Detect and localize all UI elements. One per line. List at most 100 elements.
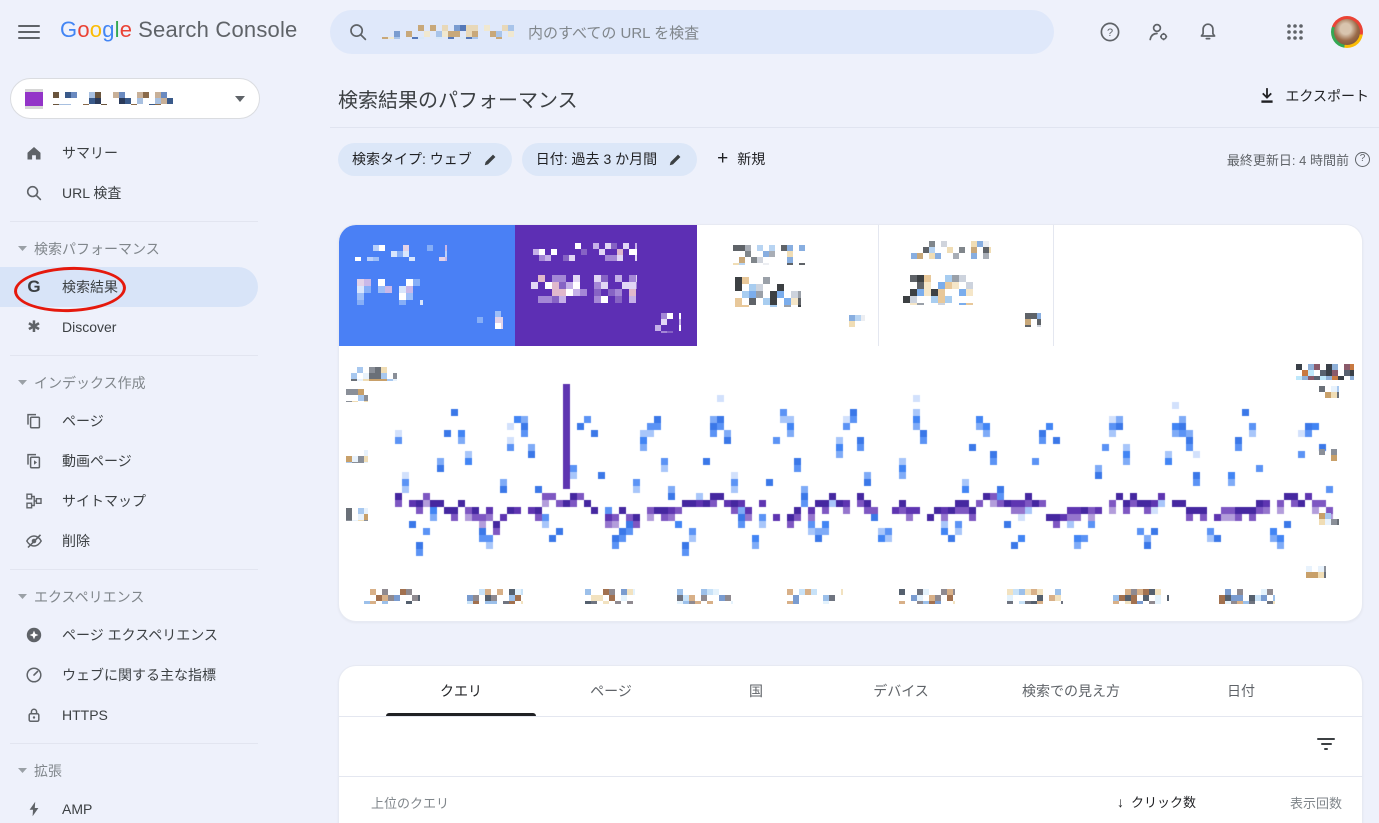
average-position-card[interactable] <box>879 225 1054 346</box>
table-filter-row <box>339 717 1362 776</box>
sidebar-item-label: サマリー <box>62 145 118 161</box>
url-inspection-search-input[interactable]: 内のすべての URL を検査 <box>330 10 1054 54</box>
pixelated-card-label <box>733 245 805 265</box>
pixelated-card-value <box>903 275 973 305</box>
lock-icon <box>25 706 43 724</box>
sidebar-item-search-results[interactable]: G 検索結果 <box>0 267 258 307</box>
dimension-tabs: クエリ ページ 国 デバイス 検索での見え方 日付 <box>339 666 1362 716</box>
app-logo[interactable]: Google Search Console <box>60 17 298 43</box>
apps-grid-icon[interactable] <box>1285 22 1305 42</box>
tab-label: 検索での見え方 <box>1022 683 1120 699</box>
column-header-impressions[interactable]: 表示回数 <box>1290 793 1342 812</box>
sidebar-item-video-pages[interactable]: 動画ページ <box>0 441 300 481</box>
section-enhancements[interactable]: 拡張 <box>0 752 300 789</box>
avatar[interactable] <box>1331 16 1363 48</box>
section-search-performance[interactable]: 検索パフォーマンス <box>0 230 300 267</box>
pixelated-card-value <box>357 279 423 305</box>
sidebar-item-discover[interactable]: ✱ Discover <box>0 307 300 347</box>
sidebar: サマリー URL 検査 検索パフォーマンス G 検索結果 ✱ Discover … <box>0 64 300 823</box>
sidebar-item-label: ページ エクスペリエンス <box>62 627 218 643</box>
pixelated-checkbox <box>1025 313 1041 327</box>
caret-down-icon <box>18 380 27 385</box>
tab-search-appearance[interactable]: 検索での見え方 <box>976 666 1166 716</box>
total-clicks-card[interactable] <box>339 225 515 346</box>
section-header-label: 拡張 <box>34 762 62 779</box>
google-g-icon: G <box>27 277 41 296</box>
plus-icon: + <box>717 148 729 169</box>
help-circle-icon[interactable]: ? <box>1355 151 1370 167</box>
divider <box>10 743 258 744</box>
sidebar-item-label: 削除 <box>62 533 90 549</box>
last-updated: 最終更新日: 4 時間前 ? <box>1227 150 1370 169</box>
filter-list-icon[interactable] <box>1316 738 1336 754</box>
tab-label: 日付 <box>1227 683 1255 699</box>
sidebar-item-label: AMP <box>62 801 93 817</box>
pixelated-card-value <box>735 277 801 307</box>
sidebar-item-label: 検索結果 <box>62 279 118 295</box>
pixelated-axis-tick <box>1319 449 1339 461</box>
pixelated-axis-tick <box>1306 566 1326 578</box>
sidebar-item-amp[interactable]: AMP <box>0 789 300 823</box>
divider <box>330 127 1379 128</box>
top-bar-actions: ? <box>1099 0 1363 64</box>
tab-label: デバイス <box>873 683 929 699</box>
pixelated-card-value <box>531 275 637 303</box>
total-impressions-card[interactable] <box>515 225 697 346</box>
pixelated-axis-tick <box>346 389 368 402</box>
tab-label: クエリ <box>440 683 482 699</box>
speedometer-icon <box>25 666 43 684</box>
sidebar-item-https[interactable]: HTTPS <box>0 695 300 735</box>
average-ctr-card[interactable] <box>697 225 879 346</box>
sidebar-item-label: ページ <box>62 413 104 429</box>
tab-countries[interactable]: 国 <box>686 666 826 716</box>
new-filter-button[interactable]: + 新規 <box>717 148 765 170</box>
sidebar-nav: サマリー URL 検査 検索パフォーマンス G 検索結果 ✱ Discover … <box>0 133 300 823</box>
pixelated-axis-legend <box>351 367 397 381</box>
search-placeholder: 内のすべての URL を検査 <box>528 24 700 42</box>
pixelated-date-label <box>467 589 523 604</box>
logo-letter: e <box>119 17 133 42</box>
discover-icon: ✱ <box>27 319 41 336</box>
performance-chart[interactable] <box>339 346 1362 621</box>
sidebar-item-url-inspection[interactable]: URL 検査 <box>0 173 300 213</box>
export-label: エクスポート <box>1285 88 1369 104</box>
help-icon[interactable]: ? <box>1099 21 1121 43</box>
tab-pages[interactable]: ページ <box>536 666 686 716</box>
date-filter-chip[interactable]: 日付: 過去 3 か月間 <box>521 142 698 176</box>
export-button[interactable]: エクスポート <box>1258 86 1369 106</box>
dimensions-panel: クエリ ページ 国 デバイス 検索での見え方 日付 上位のクエリ ↓ クリック数… <box>338 665 1363 823</box>
sidebar-item-pages[interactable]: ページ <box>0 401 300 441</box>
pixelated-checkbox <box>849 315 865 329</box>
pencil-icon <box>668 152 683 167</box>
hamburger-menu-icon[interactable] <box>18 21 40 43</box>
section-header-label: 検索パフォーマンス <box>34 240 160 257</box>
pixelated-date-label <box>899 589 955 604</box>
pixelated-card-label <box>355 245 447 261</box>
user-settings-icon[interactable] <box>1147 21 1171 43</box>
pixelated-date-label <box>787 589 843 604</box>
table-header-row: 上位のクエリ ↓ クリック数 表示回数 <box>339 777 1362 823</box>
notifications-icon[interactable] <box>1197 21 1219 43</box>
page-experience-icon <box>25 626 43 644</box>
tab-queries[interactable]: クエリ <box>386 666 536 716</box>
pixelated-axis-tick <box>346 450 368 463</box>
search-type-filter-chip[interactable]: 検索タイプ: ウェブ <box>338 142 512 176</box>
property-selector[interactable] <box>10 78 260 119</box>
tab-dates[interactable]: 日付 <box>1166 666 1316 716</box>
search-icon <box>348 22 368 42</box>
sidebar-item-removals[interactable]: 削除 <box>0 521 300 561</box>
sidebar-item-label: HTTPS <box>62 707 108 723</box>
sidebar-item-page-experience[interactable]: ページ エクスペリエンス <box>0 615 300 655</box>
section-experience[interactable]: エクスペリエンス <box>0 578 300 615</box>
logo-letter: o <box>77 17 90 42</box>
pixelated-card-label <box>533 243 637 261</box>
section-indexing[interactable]: インデックス作成 <box>0 364 300 401</box>
logo-letter: G <box>60 17 78 42</box>
sidebar-item-label: 動画ページ <box>62 453 132 469</box>
tab-devices[interactable]: デバイス <box>826 666 976 716</box>
sidebar-item-sitemaps[interactable]: サイトマップ <box>0 481 300 521</box>
column-header-clicks[interactable]: ↓ クリック数 <box>1117 792 1196 811</box>
video-pages-icon <box>25 452 43 470</box>
sidebar-item-summary[interactable]: サマリー <box>0 133 300 173</box>
sidebar-item-core-web-vitals[interactable]: ウェブに関する主な指標 <box>0 655 300 695</box>
